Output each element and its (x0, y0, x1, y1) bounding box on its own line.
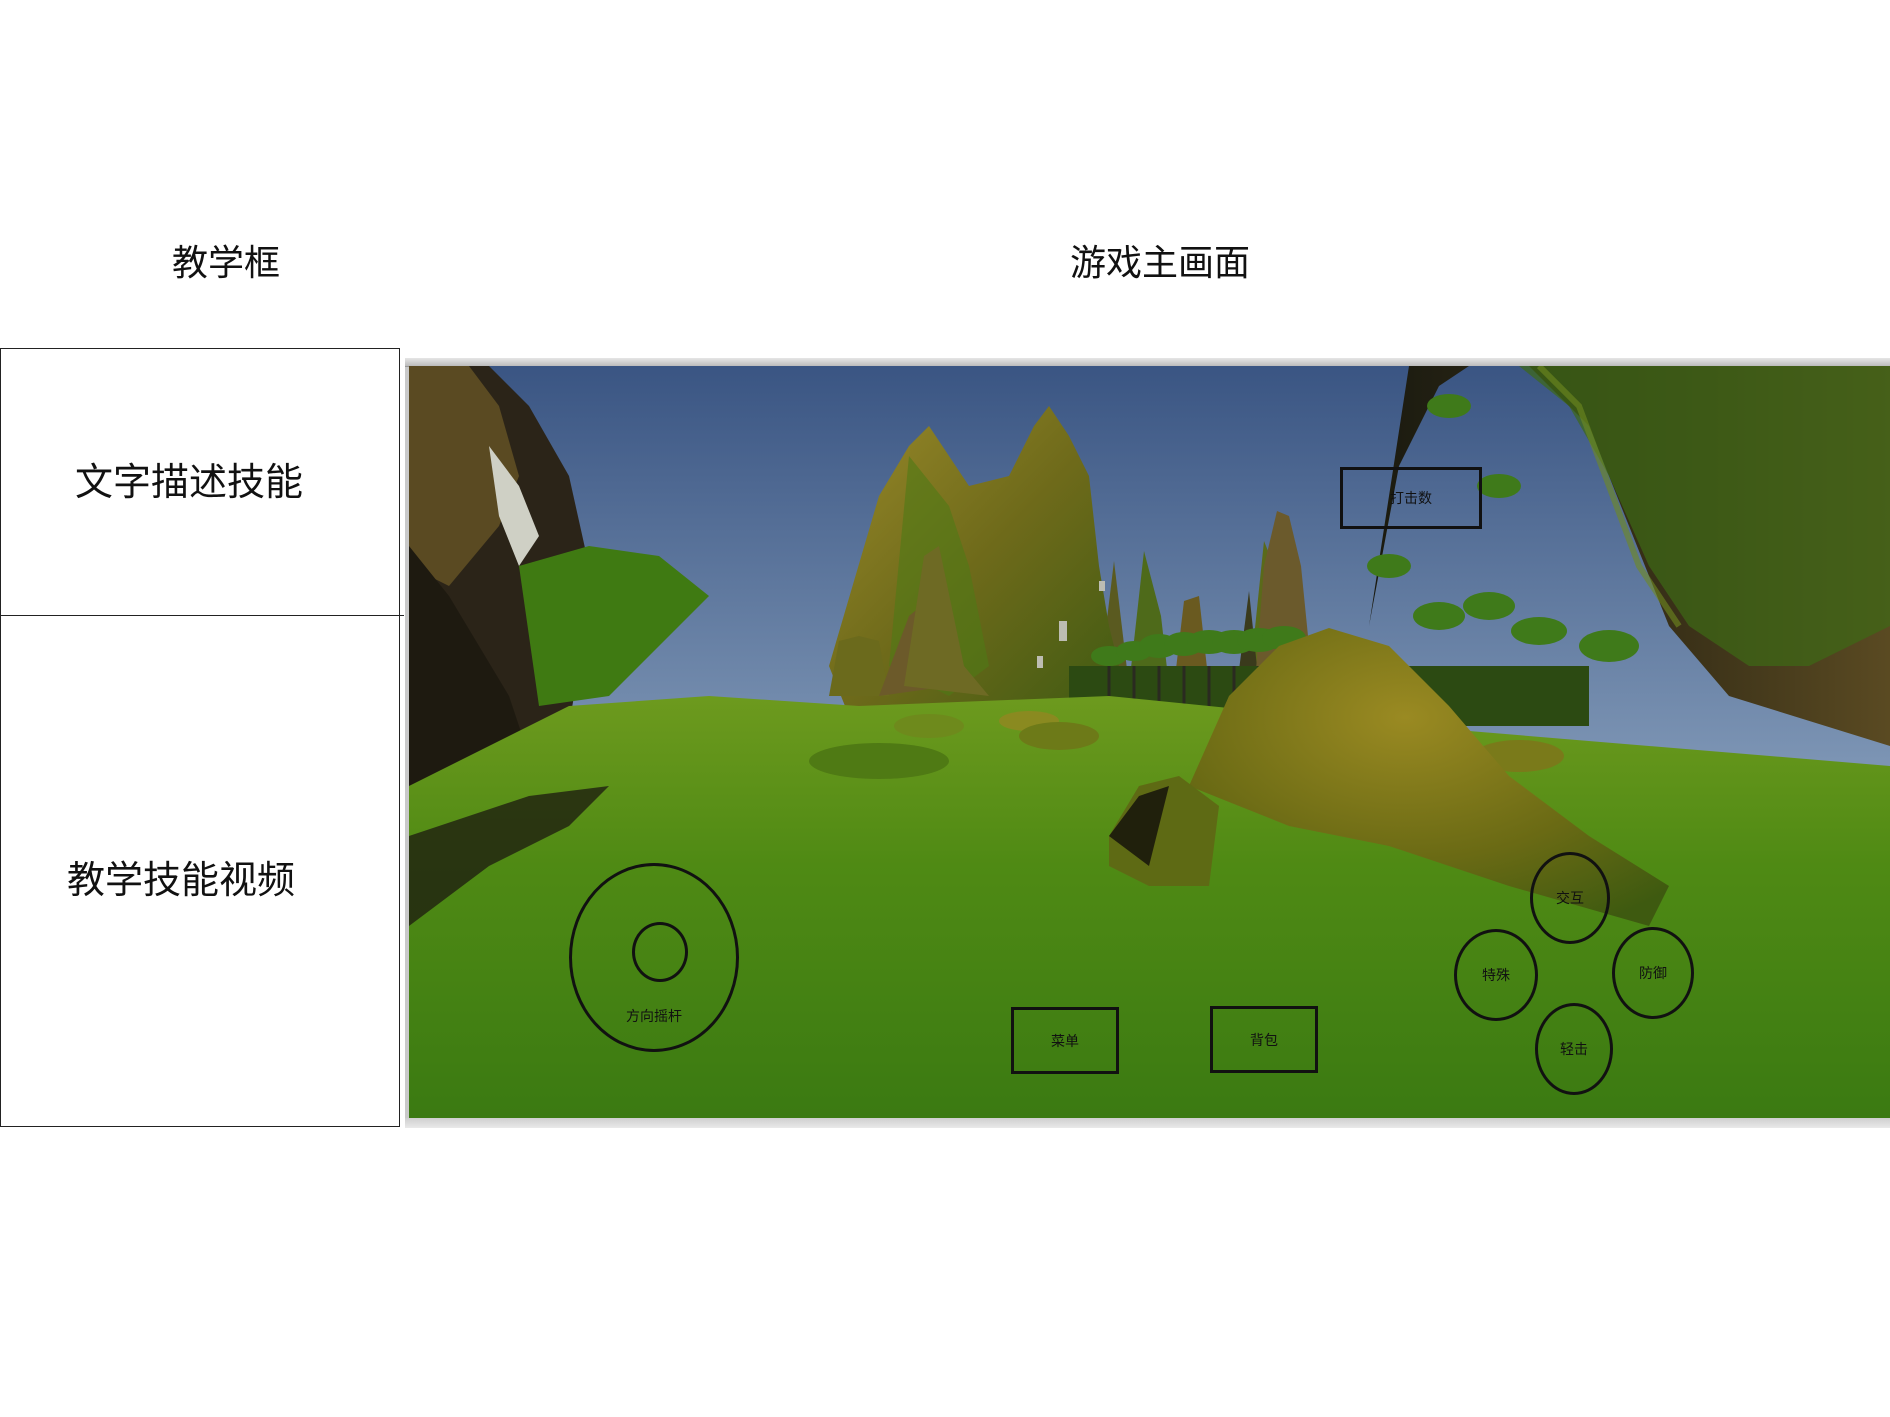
game-screen-heading: 游戏主画面 (1069, 243, 1251, 284)
hit-count-display: 打击数 (1340, 467, 1482, 529)
joystick-label: 方向摇杆 (626, 1009, 682, 1025)
defend-button[interactable]: 防御 (1612, 927, 1694, 1019)
skill-video-area[interactable]: 教学技能视频 (67, 849, 295, 904)
game-viewport[interactable]: 打击数 菜单 背包 方向摇杆 交互 特殊 防御 轻击 (409, 366, 1890, 1118)
panel-divider (1, 615, 404, 616)
skill-text-description: 文字描述技能 (74, 460, 304, 504)
mockup-canvas: 教学框 游戏主画面 文字描述技能 教学技能视频 打击数 菜单 背包 方向摇杆 交… (0, 0, 1890, 1417)
joystick-knob[interactable] (632, 922, 688, 982)
special-button[interactable]: 特殊 (1454, 929, 1538, 1021)
light-hit-button[interactable]: 轻击 (1535, 1003, 1613, 1095)
game-window: 打击数 菜单 背包 方向摇杆 交互 特殊 防御 轻击 (405, 358, 1890, 1128)
tutorial-heading: 教学框 (171, 243, 281, 284)
tutorial-panel: 文字描述技能 教学技能视频 (0, 348, 404, 1127)
window-bottom-bar (405, 1118, 1890, 1128)
interact-button[interactable]: 交互 (1530, 852, 1610, 944)
bag-button[interactable]: 背包 (1210, 1006, 1318, 1073)
menu-button[interactable]: 菜单 (1011, 1007, 1119, 1074)
